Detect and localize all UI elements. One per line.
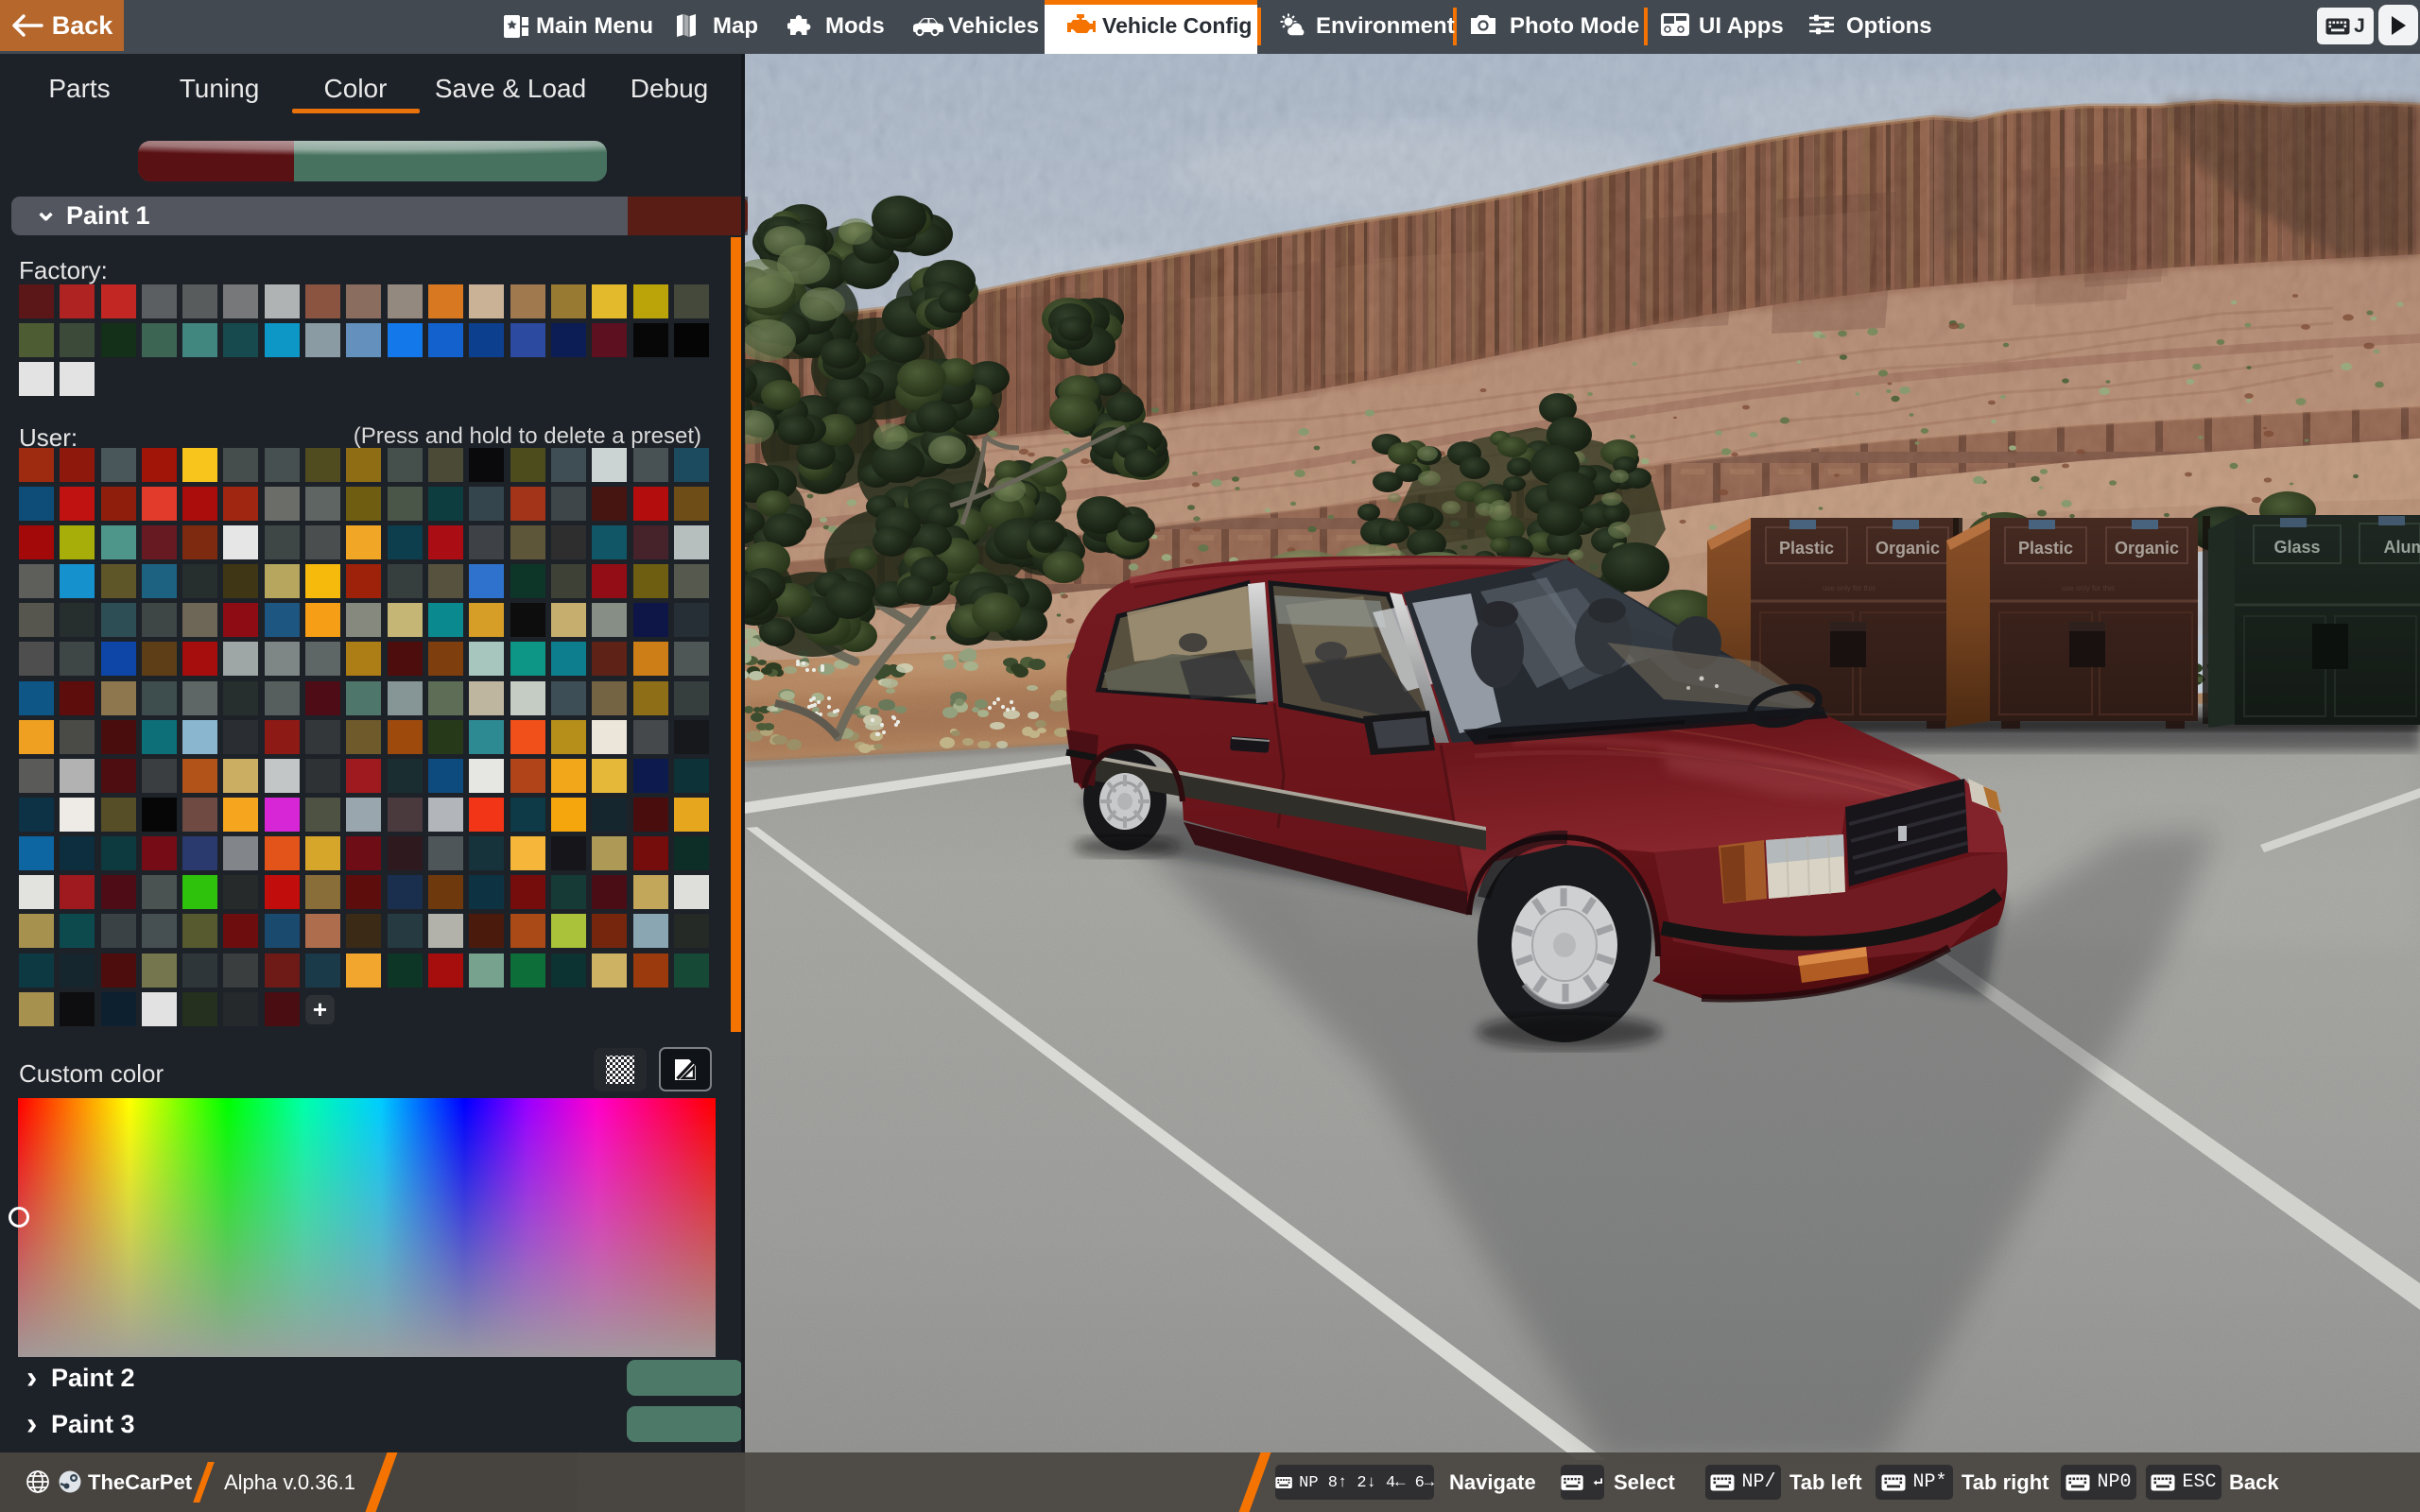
svg-text:use only for this: use only for this (1823, 584, 1876, 593)
svg-text:Organic: Organic (2115, 539, 2179, 558)
svg-text:Plastic: Plastic (2018, 539, 2073, 558)
svg-text:Glass: Glass (2273, 538, 2320, 557)
svg-text:Alumin: Alumin (2384, 538, 2420, 557)
svg-text:use only for this: use only for this (2062, 584, 2115, 593)
svg-text:Organic: Organic (1876, 539, 1940, 558)
svg-text:Plastic: Plastic (1779, 539, 1834, 558)
